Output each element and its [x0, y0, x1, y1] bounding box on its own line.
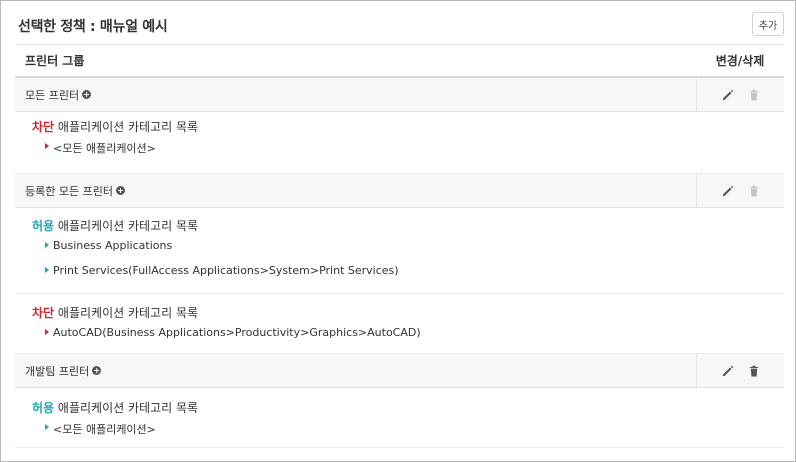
- list-item: <모든 애플리케이션>: [32, 140, 784, 156]
- expand-plus-icon[interactable]: +: [115, 186, 125, 195]
- section-heading: 허용 애플리케이션 카테고리 목록: [32, 217, 784, 239]
- group-detail: 차단 애플리케이션 카테고리 목록 AutoCAD(Business Appli…: [15, 294, 784, 354]
- allow-label: 허용: [32, 401, 55, 415]
- bullet-triangle-icon: [45, 329, 49, 335]
- group-detail: 허용 애플리케이션 카테고리 목록 <모든 애플리케이션>: [15, 388, 784, 448]
- delete-trash-icon[interactable]: [747, 364, 761, 378]
- section-label: 애플리케이션 카테고리 목록: [57, 219, 199, 233]
- section-label: 애플리케이션 카테고리 목록: [57, 120, 199, 134]
- section-heading: 허용 애플리케이션 카테고리 목록: [32, 399, 784, 421]
- group-row: 개발팀 프린터 +: [15, 354, 784, 388]
- policy-panel: 선택한 정책 : 매뉴얼 예시 추가 프린터 그룹 변경/삭제 모든 프린터 +…: [0, 0, 796, 462]
- bullet-triangle-icon: [45, 267, 49, 273]
- group-name-cell: 모든 프린터 +: [15, 78, 696, 111]
- bullet-triangle-icon: [45, 143, 49, 149]
- block-label: 차단: [32, 120, 55, 134]
- group-detail: 차단 애플리케이션 카테고리 목록 <모든 애플리케이션>: [15, 112, 784, 174]
- add-button[interactable]: 추가: [752, 12, 784, 36]
- group-row: 모든 프린터 +: [15, 78, 784, 112]
- edit-pencil-icon[interactable]: [721, 88, 735, 102]
- group-actions: [696, 174, 784, 207]
- group-name: 등록한 모든 프린터: [25, 184, 113, 198]
- allow-label: 허용: [32, 219, 55, 233]
- group-name-cell: 등록한 모든 프린터 +: [15, 174, 696, 207]
- bullet-triangle-icon: [45, 424, 49, 430]
- delete-trash-icon[interactable]: [747, 184, 761, 198]
- bullet-triangle-icon: [45, 242, 49, 248]
- column-header-edit-delete: 변경/삭제: [715, 54, 765, 68]
- group-row: 등록한 모든 프린터 +: [15, 174, 784, 208]
- group-actions: [696, 78, 784, 111]
- edit-pencil-icon[interactable]: [721, 184, 735, 198]
- column-header-printer-group: 프린터 그룹: [25, 54, 85, 68]
- list-item: AutoCAD(Business Applications>Productivi…: [32, 326, 784, 339]
- table-header: 프린터 그룹 변경/삭제: [15, 44, 784, 78]
- edit-pencil-icon[interactable]: [721, 364, 735, 378]
- page-title: 선택한 정책 : 매뉴얼 예시: [18, 19, 168, 35]
- section-label: 애플리케이션 카테고리 목록: [57, 306, 199, 320]
- list-item: Print Services(FullAccess Applications>S…: [32, 264, 784, 277]
- expand-plus-icon[interactable]: +: [82, 90, 92, 99]
- group-name: 모든 프린터: [25, 88, 80, 102]
- section-heading: 차단 애플리케이션 카테고리 목록: [32, 304, 784, 326]
- section-heading: 차단 애플리케이션 카테고리 목록: [32, 118, 784, 140]
- block-label: 차단: [32, 306, 55, 320]
- list-item: <모든 애플리케이션>: [32, 421, 784, 437]
- section-label: 애플리케이션 카테고리 목록: [57, 401, 199, 415]
- printer-group-table: 프린터 그룹 변경/삭제 모든 프린터 + 차단 애플리케이션 카테고리 목록 …: [15, 44, 784, 448]
- group-actions: [696, 354, 784, 387]
- group-name-cell: 개발팀 프린터 +: [15, 354, 696, 387]
- delete-trash-icon[interactable]: [747, 88, 761, 102]
- group-detail: 허용 애플리케이션 카테고리 목록 Business Applications …: [15, 208, 784, 294]
- list-item: Business Applications: [32, 239, 784, 264]
- expand-plus-icon[interactable]: +: [92, 366, 102, 375]
- group-name: 개발팀 프린터: [25, 364, 90, 378]
